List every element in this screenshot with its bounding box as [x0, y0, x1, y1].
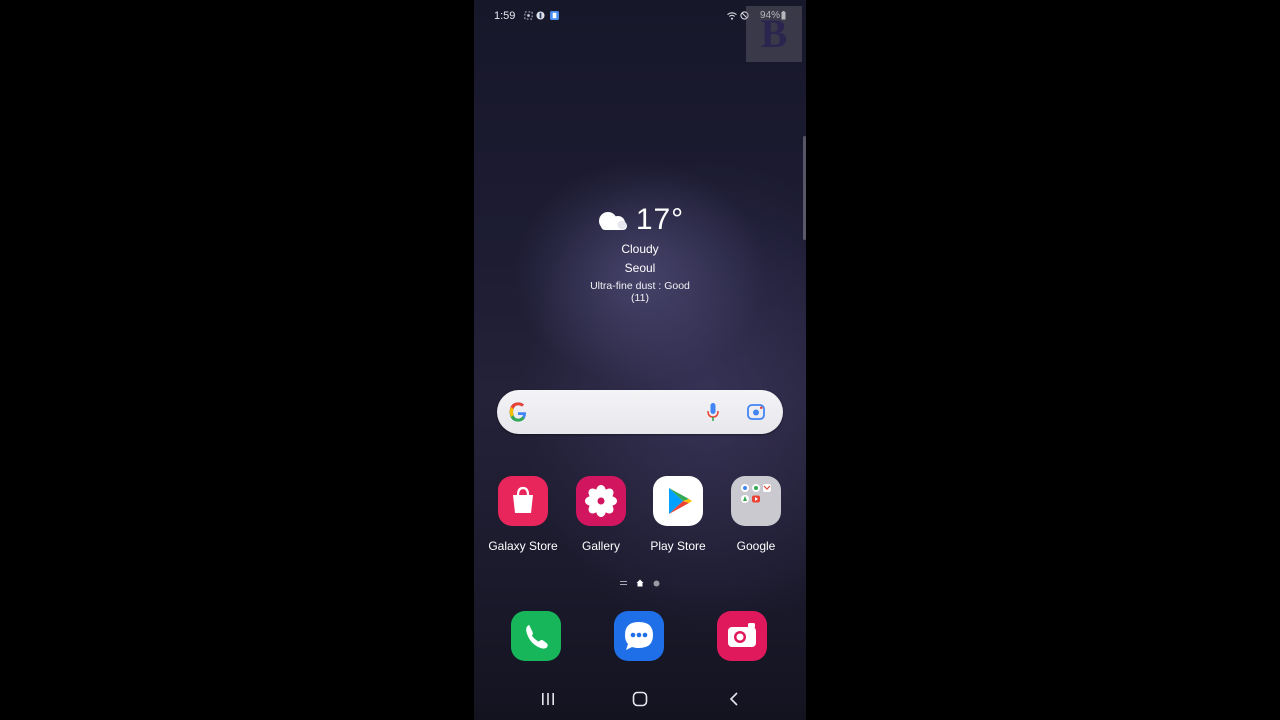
weather-widget[interactable]: 17° Cloudy Seoul Ultra-fine dust : Good … [474, 200, 806, 304]
app-label: Galaxy Store [488, 539, 558, 553]
messages-icon [625, 622, 653, 650]
wifi-icon [727, 12, 737, 20]
dock-camera[interactable] [717, 611, 767, 661]
cloud-icon [598, 212, 627, 230]
watermark-letter: B [760, 11, 788, 56]
flower-icon [576, 476, 626, 526]
phone-icon [526, 624, 548, 649]
app-galaxy-store[interactable]: Galaxy Store [484, 476, 562, 553]
app-notification-icon [550, 11, 559, 20]
search-input[interactable] [537, 398, 731, 428]
camera-icon [728, 623, 756, 647]
dock-messages[interactable] [614, 611, 664, 661]
app-label: Play Store [650, 539, 706, 553]
screenshot-icon [524, 11, 533, 20]
home-button[interactable] [625, 686, 655, 712]
weather-dust-line2: (11) [631, 292, 649, 304]
recent-apps-button[interactable] [533, 686, 563, 712]
folder-icon [731, 476, 781, 526]
lens-icon[interactable] [747, 404, 765, 420]
recents-icon [542, 693, 554, 705]
app-google-folder[interactable]: Google [717, 476, 795, 553]
home-page-dot-icon [636, 579, 644, 587]
weather-city: Seoul [624, 261, 656, 275]
back-button[interactable] [719, 686, 749, 712]
app-gallery[interactable]: Gallery [562, 476, 640, 553]
status-time: 1:59 [494, 10, 516, 22]
google-g-icon [509, 402, 527, 422]
home-icon [632, 691, 648, 707]
phone-screen: 1:59 94% B 17° Cloudy Seoul Ultra-fine d… [474, 0, 806, 720]
menu-lines-icon [620, 581, 627, 585]
watermark-logo: B [746, 6, 802, 62]
page-indicator[interactable] [620, 579, 660, 587]
microphone-icon[interactable] [706, 402, 720, 422]
notification-icon [536, 11, 545, 20]
back-icon [729, 692, 738, 706]
google-search-bar[interactable] [497, 390, 783, 434]
page-dot-icon [653, 580, 660, 586]
weather-temperature: 17° [635, 203, 685, 236]
shopping-bag-icon [498, 476, 548, 526]
dock-phone[interactable] [511, 611, 561, 661]
app-play-store[interactable]: Play Store [639, 476, 717, 553]
app-label: Google [736, 539, 776, 553]
weather-condition: Cloudy [621, 242, 659, 256]
app-label: Gallery [581, 539, 620, 553]
play-triangle-icon [653, 476, 703, 526]
